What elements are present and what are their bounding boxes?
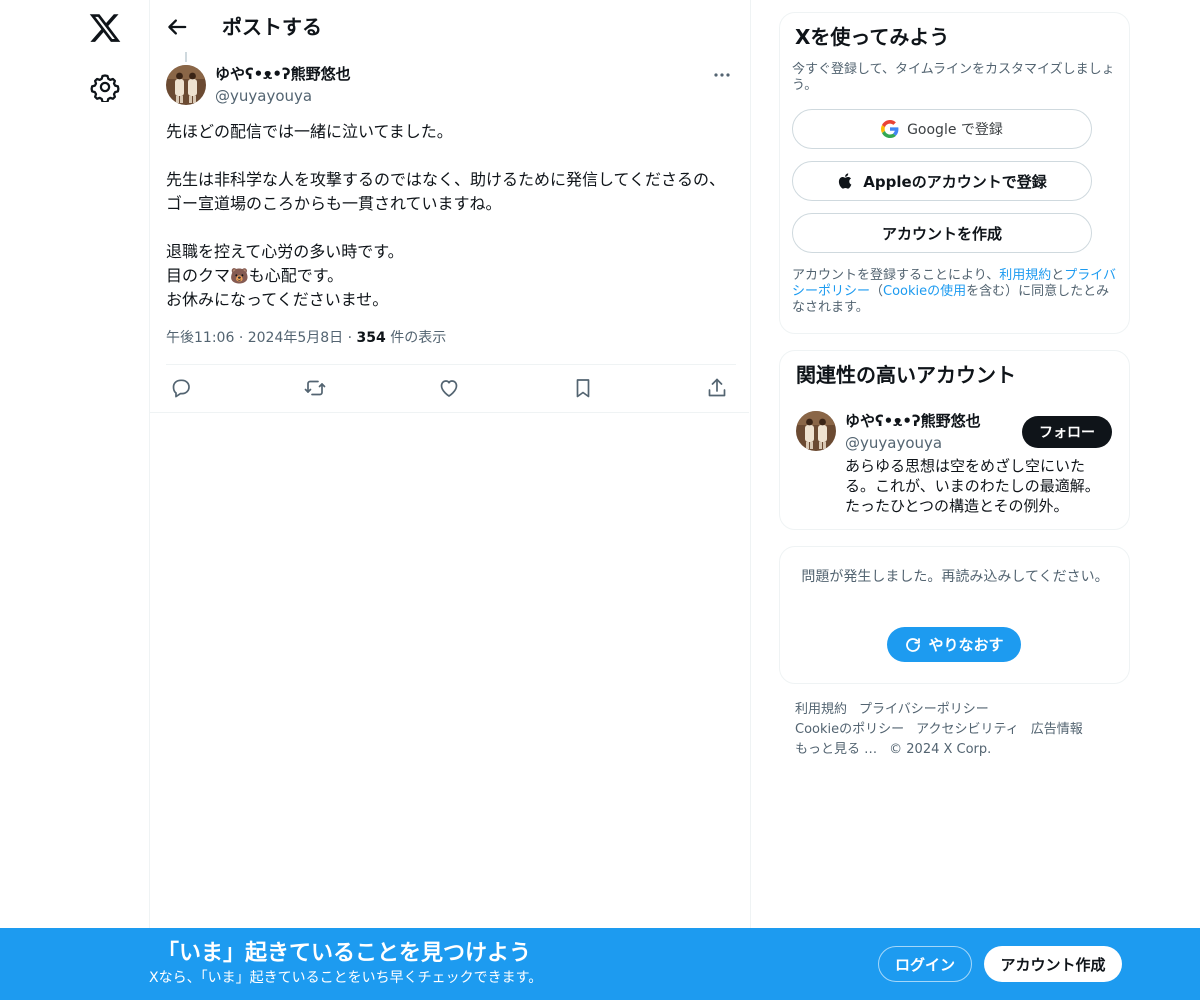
avatar[interactable] <box>166 65 206 105</box>
retry-button[interactable]: やりなおす <box>887 627 1021 662</box>
footer-ads-link[interactable]: 広告情報 <box>1031 722 1083 737</box>
apple-icon <box>839 173 852 189</box>
divider <box>166 364 736 365</box>
back-button[interactable] <box>163 13 191 41</box>
copyright: © 2024 X Corp. <box>889 742 992 757</box>
post-paragraph: 先生は非科学な人を攻撃するのではなく、助けるために発信してくださるの、ゴー宣道場… <box>166 170 726 213</box>
more-horizontal-icon <box>714 73 730 77</box>
bookmark-icon <box>576 379 590 398</box>
view-label: 件の表示 <box>390 330 447 346</box>
repost-icon <box>304 380 326 396</box>
post-date[interactable]: 2024年5月8日 <box>248 330 343 346</box>
share-button[interactable] <box>705 376 729 400</box>
view-count: 354 <box>356 330 386 346</box>
heart-icon <box>440 380 458 397</box>
gear-icon[interactable] <box>90 72 120 102</box>
reply-button[interactable] <box>169 376 193 400</box>
footer-accessibility-link[interactable]: アクセシビリティ <box>916 722 1019 737</box>
cookie-link[interactable]: Cookieの使用 <box>883 284 966 299</box>
google-icon <box>881 120 899 138</box>
related-account-name[interactable]: ゆやʕ•ᴥ•ʔ熊野悠也 <box>845 411 981 431</box>
create-account-button[interactable]: アカウントを作成 <box>792 213 1092 253</box>
post-line: 退職を控えて心労の多い時です。 <box>166 242 404 261</box>
bookmark-button[interactable] <box>571 376 595 400</box>
terms-prefix: アカウントを登録することにより、 <box>792 268 1000 283</box>
terms-notice: アカウントを登録することにより、利用規約とプライバシーポリシー（Cookieの使… <box>792 268 1117 316</box>
post-line: 目のクマ🐻も心配です。 <box>166 264 736 288</box>
post-text-fragment: も心配です。 <box>248 266 344 285</box>
refresh-icon <box>906 637 921 652</box>
page-title: ポストする <box>222 15 322 39</box>
like-button[interactable] <box>437 376 461 400</box>
meta-separator: · <box>238 330 244 346</box>
retry-label: やりなおす <box>928 636 1004 654</box>
create-account-label: アカウントを作成 <box>881 224 1002 243</box>
bear-emoji: 🐻 <box>230 267 249 285</box>
google-signup-label: Google で登録 <box>907 122 1003 138</box>
login-button[interactable]: ログイン <box>878 946 972 982</box>
banner-title: 「いま」起きていることを見つけよう <box>157 941 532 966</box>
related-accounts-title: 関連性の高いアカウント <box>796 363 1016 387</box>
more-button[interactable] <box>710 64 734 86</box>
apple-signup-label: Appleのアカウントで登録 <box>863 172 1047 191</box>
repost-button[interactable] <box>303 376 327 400</box>
footer-privacy-link[interactable]: プライバシーポリシー <box>859 702 989 717</box>
arrow-left-icon <box>168 19 187 35</box>
thread-connector <box>185 52 187 62</box>
signup-button[interactable]: アカウント作成 <box>984 946 1122 982</box>
google-signup-button[interactable]: Google で登録 <box>792 109 1092 149</box>
post-time[interactable]: 午後11:06 <box>166 330 234 346</box>
error-message: 問題が発生しました。再読み込みしてください。 <box>801 569 1109 585</box>
signup-card-subtitle: 今すぐ登録して、タイムラインをカスタマイズしましょう。 <box>792 62 1115 93</box>
footer-terms-link[interactable]: 利用規約 <box>795 702 847 717</box>
footer-links: 利用規約 プライバシーポリシー Cookieのポリシー アクセシビリティ 広告情報 も… <box>795 700 1115 760</box>
post-paragraph: 先ほどの配信では一緒に泣いてました。 <box>166 122 453 141</box>
divider <box>150 412 749 413</box>
author-name[interactable]: ゆやʕ•ᴥ•ʔ熊野悠也 <box>215 64 351 84</box>
related-account-bio: あらゆる思想は空をめざし空にいたる。これが、いまのわたしの最適解。たったひとつの… <box>845 457 1100 515</box>
terms-and: と <box>1051 268 1065 283</box>
follow-button[interactable]: フォロー <box>1022 416 1112 448</box>
banner-subtitle: Xなら、「いま」起きていることをいち早くチェックできます。 <box>149 970 543 986</box>
avatar[interactable] <box>796 411 836 451</box>
footer-cookie-link[interactable]: Cookieのポリシー <box>795 722 904 737</box>
share-icon <box>708 378 726 397</box>
terms-paren: （ <box>870 284 884 299</box>
post-text-fragment: 目のクマ <box>166 266 231 285</box>
meta-separator: · <box>347 330 353 346</box>
terms-link[interactable]: 利用規約 <box>999 268 1051 283</box>
footer-more-link[interactable]: もっと見る … <box>795 742 877 757</box>
x-logo-icon[interactable] <box>88 11 122 45</box>
related-account-handle[interactable]: @yuyayouya <box>845 433 942 453</box>
apple-signup-button[interactable]: Appleのアカウントで登録 <box>792 161 1092 201</box>
author-handle[interactable]: @yuyayouya <box>215 86 312 106</box>
post-metadata: 午後11:06 · 2024年5月8日 · 354 件の表示 <box>166 328 446 348</box>
reply-icon <box>172 379 190 398</box>
post-text: 先ほどの配信では一緒に泣いてました。 先生は非科学な人を攻撃するのではなく、助け… <box>166 120 736 312</box>
signup-card-title: Xを使ってみよう <box>795 25 950 49</box>
post-line: お休みになってくださいませ。 <box>166 290 389 309</box>
